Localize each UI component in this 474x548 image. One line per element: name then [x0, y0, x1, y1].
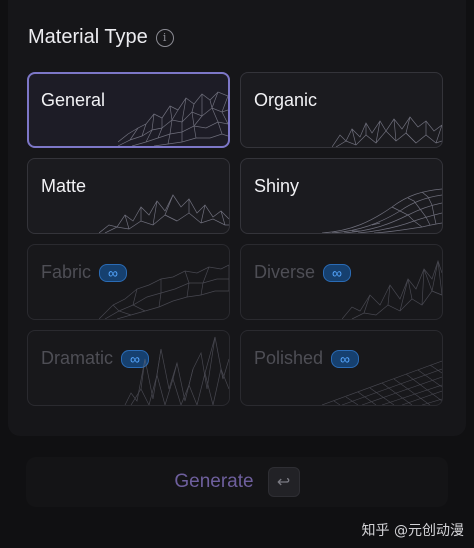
material-label: Diverse [254, 262, 316, 282]
material-card-fabric[interactable]: Fabric ∞ [27, 244, 230, 320]
material-card-dramatic[interactable]: Dramatic ∞ [27, 330, 230, 406]
material-label: Organic [254, 90, 318, 110]
info-icon[interactable]: i [155, 28, 174, 47]
surface-wireframe-icon [322, 360, 442, 405]
terrain-wireframe-icon [322, 188, 442, 233]
section-title: Material Type [28, 26, 148, 48]
material-card-polished[interactable]: Polished ∞ [240, 330, 443, 406]
watermark: 知乎 @元创动漫 [361, 523, 464, 539]
material-label: Fabric [41, 262, 92, 282]
terrain-wireframe-icon [99, 264, 229, 319]
material-label: General [41, 90, 106, 110]
material-card-diverse[interactable]: Diverse ∞ [240, 244, 443, 320]
material-label: Polished [254, 348, 324, 368]
material-card-shiny[interactable]: Shiny [240, 158, 443, 234]
generate-label: Generate [174, 471, 254, 492]
material-card-general[interactable]: General [27, 72, 230, 148]
terrain-wireframe-icon [118, 91, 228, 146]
material-label: Matte [41, 176, 87, 196]
generate-button[interactable]: Generate ↩ [26, 457, 448, 507]
terrain-wireframe-icon [124, 336, 229, 405]
enter-icon: ↩ [267, 467, 300, 497]
terrain-wireframe-icon [332, 116, 442, 147]
material-label: Dramatic [41, 348, 114, 368]
material-type-header: Material Type i [28, 26, 174, 49]
material-card-matte[interactable]: Matte [27, 158, 230, 234]
material-label: Shiny [254, 176, 300, 196]
material-card-organic[interactable]: Organic [240, 72, 443, 148]
terrain-wireframe-icon [342, 259, 442, 319]
material-grid: General Organic Matte Shiny Fabric ∞ Div… [27, 72, 443, 406]
terrain-wireframe-icon [99, 194, 229, 233]
